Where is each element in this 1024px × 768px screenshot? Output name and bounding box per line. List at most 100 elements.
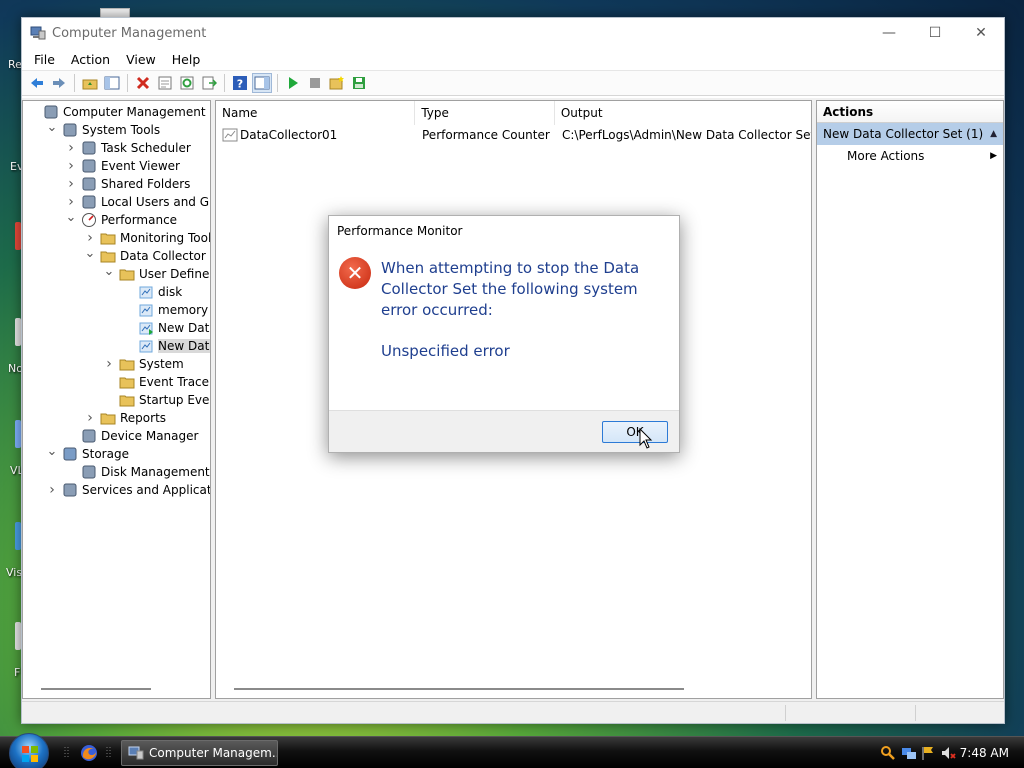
tree-item-label: User Defined [139, 267, 211, 281]
show-hide-tree-icon[interactable] [102, 73, 122, 93]
dialog-title[interactable]: Performance Monitor [329, 216, 679, 246]
forward-icon[interactable] [49, 73, 69, 93]
tree-item[interactable]: ⌄ Storage [46, 444, 129, 463]
tree-item[interactable]: memory [122, 301, 208, 319]
taskbar-grip-icon[interactable] [104, 744, 122, 762]
tree-horizontal-scrollbar[interactable] [41, 688, 151, 690]
tree-item[interactable]: › Task Scheduler [65, 139, 191, 157]
collapsed-chevron-icon[interactable]: › [65, 158, 77, 174]
tree-item[interactable]: New Data Co [122, 319, 210, 337]
folder-icon [119, 395, 135, 407]
new-collector-icon[interactable] [327, 73, 347, 93]
tree-item[interactable]: › Services and Applications [46, 481, 210, 499]
collapsed-chevron-icon[interactable]: › [103, 356, 115, 372]
column-header-type[interactable]: Type [415, 101, 555, 125]
tree-item[interactable]: disk [122, 283, 182, 301]
quick-launch-grip-icon[interactable] [62, 744, 80, 762]
expanded-chevron-icon[interactable]: ⌄ [46, 120, 58, 135]
network-icon[interactable] [901, 745, 917, 761]
save-template-icon[interactable] [349, 73, 369, 93]
tree-item[interactable]: Disk Management [65, 463, 210, 481]
column-header-output[interactable]: Output [555, 101, 811, 125]
start-icon[interactable] [283, 73, 303, 93]
tree-item[interactable]: Computer Management (Local [27, 103, 210, 121]
navigation-tree[interactable]: Computer Management (Local ⌄ System Tools ›… [22, 100, 211, 699]
menu-file[interactable]: File [26, 52, 63, 67]
up-folder-icon[interactable] [80, 73, 100, 93]
tree-item[interactable]: › Local Users and Groups [65, 193, 210, 211]
tree-item[interactable]: Device Manager [65, 427, 198, 445]
device-manager-icon [82, 429, 96, 443]
search-icon[interactable] [880, 745, 896, 761]
expanded-chevron-icon[interactable]: ⌄ [46, 444, 58, 459]
tree-item-label: Device Manager [101, 429, 199, 443]
tree-item[interactable]: › Reports [84, 409, 166, 427]
clock[interactable]: 7:48 AM [960, 746, 1009, 760]
toolbar-separator [127, 74, 128, 92]
collapsed-chevron-icon[interactable]: › [84, 230, 96, 246]
start-button[interactable] [9, 733, 49, 768]
tree-item-label: Local Users and Groups [101, 195, 210, 209]
tree-item[interactable]: › Monitoring Tools [84, 229, 210, 247]
tree-item[interactable]: Startup Event Tra [103, 391, 210, 409]
collapsed-chevron-icon[interactable]: › [65, 140, 77, 156]
back-icon[interactable] [27, 73, 47, 93]
volume-muted-icon[interactable] [940, 745, 956, 761]
more-actions-item[interactable]: More Actions ▶ [817, 145, 1003, 167]
submenu-arrow-icon: ▶ [990, 151, 997, 161]
folder-icon [119, 269, 135, 281]
menu-view[interactable]: View [118, 52, 164, 67]
tree-item[interactable]: Event Trace Sess [103, 373, 210, 391]
desktop-icon-label[interactable]: F [14, 666, 20, 679]
desktop-icon-label[interactable]: Re [8, 58, 22, 71]
list-item[interactable]: DataCollector01 Performance Counter C:\P… [216, 125, 811, 145]
tree-item[interactable]: ⌄ System Tools [46, 120, 161, 139]
tree-item-label: Performance [101, 213, 178, 227]
tree-item-label: Shared Folders [101, 177, 191, 191]
ok-button[interactable]: OK [602, 421, 668, 443]
expanded-chevron-icon[interactable]: ⌄ [84, 246, 96, 261]
tree-item[interactable]: ⌄ User Defined [103, 264, 211, 283]
tree-item[interactable]: › Event Viewer [65, 157, 180, 175]
menu-action[interactable]: Action [63, 52, 118, 67]
desktop-icon-label[interactable]: Vis [6, 566, 22, 579]
error-icon: ✕ [339, 257, 371, 289]
storage-icon [63, 447, 77, 461]
show-hide-action-pane-icon[interactable] [252, 73, 272, 93]
maximize-button[interactable]: ☐ [912, 18, 958, 48]
expanded-chevron-icon[interactable]: ⌄ [65, 210, 77, 225]
tree-item-label: System [139, 357, 184, 371]
firefox-icon[interactable] [80, 744, 98, 762]
tree-item[interactable]: New Data Co [122, 337, 210, 355]
delete-icon[interactable] [133, 73, 153, 93]
properties-icon[interactable] [155, 73, 175, 93]
minimize-button[interactable]: — [866, 18, 912, 48]
collapsed-chevron-icon[interactable]: › [65, 194, 77, 210]
close-button[interactable]: ✕ [958, 18, 1004, 48]
tree-item[interactable]: › System [103, 355, 184, 373]
help-icon[interactable]: ? [230, 73, 250, 93]
menu-help[interactable]: Help [164, 52, 209, 67]
collapsed-chevron-icon[interactable]: › [65, 176, 77, 192]
collapsed-chevron-icon[interactable]: › [46, 482, 58, 498]
export-list-icon[interactable] [199, 73, 219, 93]
expanded-chevron-icon[interactable]: ⌄ [103, 264, 115, 279]
stop-icon[interactable] [305, 73, 325, 93]
users-groups-icon [82, 195, 96, 209]
tree-item[interactable]: ⌄ Performance [65, 210, 178, 229]
collapsed-chevron-icon[interactable]: › [84, 410, 96, 426]
status-segment [915, 705, 916, 721]
refresh-icon[interactable] [177, 73, 197, 93]
flag-icon[interactable] [920, 745, 936, 761]
actions-section-header[interactable]: New Data Collector Set (1) ▲ [817, 123, 1003, 145]
tree-item[interactable]: › Shared Folders [65, 175, 190, 193]
column-header-name[interactable]: Name [216, 101, 416, 125]
taskbar-button-computer-management[interactable]: Computer Managem... [121, 740, 278, 766]
tree-item[interactable]: ⌄ Data Collector Sets [84, 246, 210, 265]
title-bar[interactable]: Computer Management — ☐ ✕ [22, 18, 1004, 48]
collapse-icon[interactable]: ▲ [990, 129, 997, 139]
list-horizontal-scrollbar[interactable] [234, 688, 684, 690]
